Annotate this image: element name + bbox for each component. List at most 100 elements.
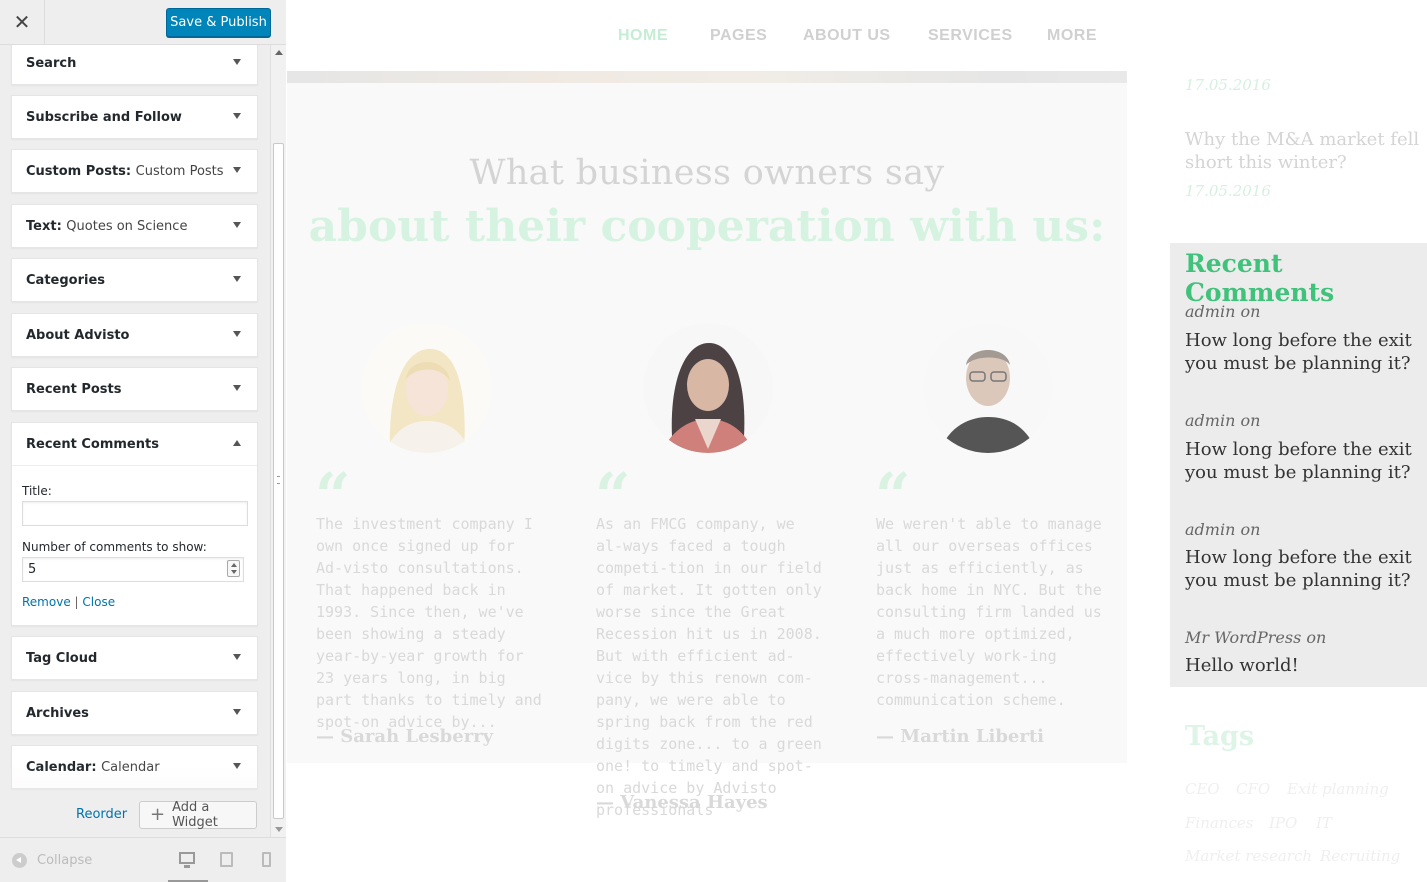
count-field-label: Number of comments to show: <box>22 540 207 554</box>
comment-link[interactable]: How long before the exit you must be pla… <box>1185 546 1425 592</box>
widget-subtitle: Custom Posts <box>135 163 224 179</box>
tag-link[interactable]: CEO <box>1185 780 1220 798</box>
widget-subtitle: Calendar <box>101 759 160 775</box>
collapse-label: Collapse <box>37 853 93 868</box>
widget-header[interactable]: Search <box>12 45 257 84</box>
tag-link[interactable]: Exit planning <box>1287 780 1389 798</box>
widget-title: Archives <box>26 705 89 721</box>
widget-categories[interactable]: Categories <box>11 258 258 302</box>
widget-calendar[interactable]: Calendar: Calendar <box>11 745 258 789</box>
plus-icon: + <box>150 804 166 825</box>
nav-more[interactable]: MORE <box>1047 27 1097 45</box>
add-widget-button[interactable]: + Add a Widget <box>139 800 257 830</box>
expand-arrow-icon[interactable] <box>233 709 241 715</box>
site-preview: HOME PAGES ABOUT US SERVICES MORE What b… <box>287 0 1427 882</box>
tag-link[interactable]: Recruiting <box>1320 847 1400 865</box>
widget-header[interactable]: Calendar: Calendar <box>12 746 257 788</box>
close-customizer-button[interactable]: ✕ <box>0 0 45 45</box>
expand-arrow-icon[interactable] <box>233 113 241 119</box>
widget-title: About Advisto <box>26 327 130 343</box>
post-date: 17.05.2016 <box>1185 76 1271 94</box>
widget-header[interactable]: About Advisto <box>12 314 257 356</box>
comment-count-stepper[interactable]: 5 <box>22 557 244 582</box>
widget-search[interactable]: Search <box>11 45 258 85</box>
mobile-preview-icon[interactable] <box>262 852 271 867</box>
widget-title: Text <box>26 218 57 234</box>
widget-header[interactable]: Recent Posts <box>12 368 257 410</box>
widget-control-links: Remove | Close <box>22 595 247 609</box>
testimonial-author: — Sarah Lesberry <box>316 726 494 747</box>
collapse-arrow-icon[interactable] <box>233 440 241 446</box>
close-icon: ✕ <box>13 12 31 34</box>
spinner-arrows-icon[interactable] <box>227 560 240 577</box>
expand-arrow-icon[interactable] <box>233 167 241 173</box>
desktop-preview-icon[interactable] <box>179 852 195 868</box>
remove-widget-link[interactable]: Remove <box>22 595 71 609</box>
widget-title: Search <box>26 55 77 71</box>
reorder-link[interactable]: Reorder <box>76 807 127 822</box>
tag-link[interactable]: IPO <box>1269 814 1297 832</box>
widget-header[interactable]: Subscribe and Follow <box>12 96 257 138</box>
comment-link[interactable]: How long before the exit you must be pla… <box>1185 329 1425 375</box>
widget-tag-cloud[interactable]: Tag Cloud <box>11 636 258 680</box>
widget-archives[interactable]: Archives <box>11 691 258 735</box>
nav-services[interactable]: SERVICES <box>928 27 1013 45</box>
widget-about-advisto[interactable]: About Advisto <box>11 313 258 357</box>
nav-pages[interactable]: PAGES <box>710 27 767 45</box>
widget-custom-posts[interactable]: Custom Posts: Custom Posts <box>11 149 258 193</box>
widget-text[interactable]: Text: Quotes on Science <box>11 204 258 248</box>
widget-actions: Reorder + Add a Widget <box>0 800 270 831</box>
avatar-vanessa <box>643 323 773 453</box>
widget-recent-comments[interactable]: Recent Comments Title: Number of comment… <box>11 422 258 626</box>
widget-header[interactable]: Categories <box>12 259 257 301</box>
testimonial-author: — Martin Liberti <box>876 726 1045 747</box>
widget-header[interactable]: Tag Cloud <box>12 637 257 679</box>
expand-arrow-icon[interactable] <box>233 654 241 660</box>
scrollbar-thumb[interactable] <box>273 143 284 819</box>
comment-author: admin on <box>1185 520 1261 539</box>
comment-author: admin on <box>1185 411 1261 430</box>
testimonial-text: The investment company I own once signed… <box>316 515 542 731</box>
tag-link[interactable]: IT <box>1316 814 1332 832</box>
widget-header[interactable]: Custom Posts: Custom Posts <box>12 150 257 192</box>
save-publish-button[interactable]: Save & Publish <box>166 8 271 37</box>
close-widget-link[interactable]: Close <box>82 595 115 609</box>
nav-home[interactable]: HOME <box>618 27 668 45</box>
scroll-down-arrow-icon[interactable] <box>275 827 283 832</box>
tag-link[interactable]: CFO <box>1236 780 1270 798</box>
grip-icon <box>277 476 280 484</box>
widget-recent-posts[interactable]: Recent Posts <box>11 367 258 411</box>
recent-post-link[interactable]: Why the M&A market fell short this winte… <box>1185 128 1425 174</box>
link-separator: | <box>74 595 79 609</box>
widget-header[interactable]: Text: Quotes on Science <box>12 205 257 247</box>
expand-arrow-icon[interactable] <box>233 331 241 337</box>
comment-count-input[interactable]: 5 <box>22 557 244 582</box>
expand-arrow-icon[interactable] <box>233 222 241 228</box>
avatar-sarah <box>362 323 492 453</box>
expand-arrow-icon[interactable] <box>233 385 241 391</box>
widget-subscribe-follow[interactable]: Subscribe and Follow <box>11 95 258 139</box>
person-photo-icon <box>362 323 492 453</box>
comment-author: Mr WordPress on <box>1185 628 1327 647</box>
comment-author: admin on <box>1185 302 1261 321</box>
widget-title: Recent Posts <box>26 381 122 397</box>
sidebar-scrollbar[interactable] <box>270 45 286 837</box>
nav-about-us[interactable]: ABOUT US <box>803 27 891 45</box>
add-widget-label: Add a Widget <box>172 800 218 830</box>
title-input[interactable] <box>22 501 248 526</box>
tag-link[interactable]: Market research <box>1185 847 1312 865</box>
expand-arrow-icon[interactable] <box>233 763 241 769</box>
section-heading-accent: about their cooperation with us: <box>308 201 1106 252</box>
comment-link[interactable]: Hello world! <box>1185 654 1425 677</box>
expand-arrow-icon[interactable] <box>233 59 241 65</box>
widget-title: Custom Posts <box>26 163 126 179</box>
widget-header[interactable]: Recent Comments <box>12 423 257 465</box>
tag-link[interactable]: Finances <box>1185 814 1253 832</box>
widget-header[interactable]: Archives <box>12 692 257 734</box>
tablet-preview-icon[interactable] <box>220 852 233 867</box>
person-photo-icon <box>643 323 773 453</box>
scroll-up-arrow-icon[interactable] <box>275 50 283 55</box>
expand-arrow-icon[interactable] <box>233 276 241 282</box>
comment-link[interactable]: How long before the exit you must be pla… <box>1185 438 1425 484</box>
collapse-button[interactable]: Collapse <box>12 853 92 868</box>
